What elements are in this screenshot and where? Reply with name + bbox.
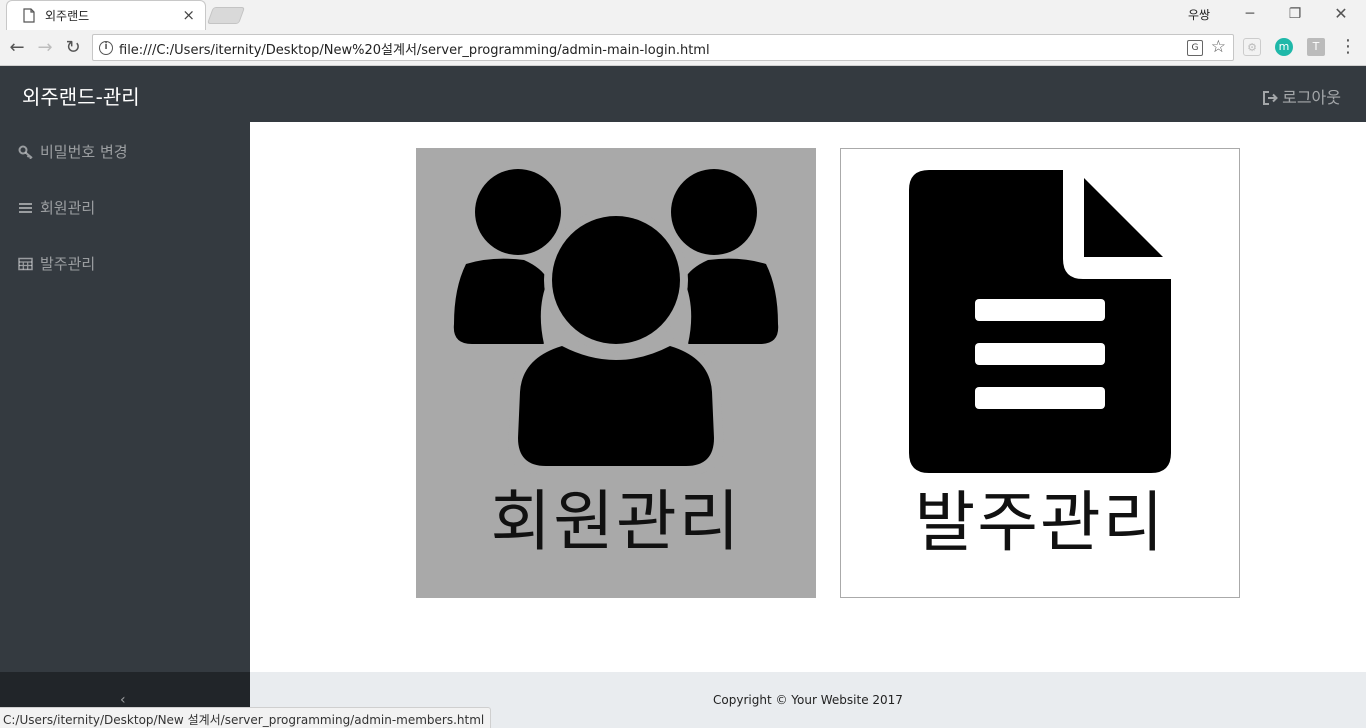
- window-user-name[interactable]: 우쌍: [1188, 6, 1210, 23]
- members-card[interactable]: 회원관리: [416, 148, 816, 598]
- new-tab-button[interactable]: [206, 7, 246, 24]
- extension-icon[interactable]: ⚙: [1243, 38, 1261, 56]
- copyright-text: Copyright © Your Website 2017: [713, 693, 903, 707]
- table-icon: [18, 257, 33, 271]
- extension-m-icon[interactable]: m: [1275, 38, 1293, 56]
- tab-title: 외주랜드: [45, 9, 90, 23]
- minimize-icon[interactable]: ─: [1236, 4, 1264, 24]
- bookmark-star-icon[interactable]: ☆: [1211, 37, 1226, 57]
- document-icon: [909, 170, 1171, 473]
- app-navbar: 외주랜드-관리 로그아웃: [0, 66, 1366, 122]
- browser-toolbar: ← → ↻ i file:///C:/Users/iternity/Deskto…: [0, 30, 1366, 66]
- page-icon: [23, 8, 35, 23]
- sidebar-item-label: 발주관리: [40, 255, 96, 273]
- address-url[interactable]: file:///C:/Users/iternity/Desktop/New%20…: [119, 39, 710, 58]
- logout-link[interactable]: 로그아웃: [1263, 84, 1341, 108]
- chevron-left-icon: ‹: [120, 692, 126, 708]
- address-bar[interactable]: i file:///C:/Users/iternity/Desktop/New%…: [92, 34, 1234, 61]
- sidebar-item-change-password[interactable]: 비밀번호 변경: [18, 141, 128, 162]
- orders-card-label: 발주관리: [914, 484, 1166, 561]
- sidebar-item-orders[interactable]: 발주관리: [18, 253, 95, 274]
- brand-link[interactable]: 외주랜드-관리: [22, 81, 140, 110]
- sidebar-item-label: 비밀번호 변경: [40, 143, 128, 161]
- restore-icon[interactable]: ❐: [1281, 4, 1309, 24]
- browser-tab[interactable]: 외주랜드 ×: [6, 0, 206, 30]
- link-status-bubble: C:/Users/iternity/Desktop/New 설계서/server…: [0, 707, 492, 728]
- logout-label: 로그아웃: [1282, 88, 1341, 107]
- sidebar-item-members[interactable]: 회원관리: [18, 197, 95, 218]
- back-arrow-icon[interactable]: ←: [6, 37, 28, 59]
- key-icon: [18, 145, 33, 160]
- translate-icon[interactable]: G: [1187, 40, 1203, 56]
- users-icon: [453, 169, 779, 474]
- browser-menu-icon[interactable]: ⋮: [1339, 37, 1357, 57]
- window-close-icon[interactable]: ✕: [1327, 4, 1355, 24]
- sidebar-item-label: 회원관리: [40, 199, 96, 217]
- orders-card[interactable]: 발주관리: [840, 148, 1240, 598]
- forward-arrow-icon[interactable]: →: [34, 37, 56, 59]
- info-icon[interactable]: i: [99, 41, 113, 55]
- extension-t-icon[interactable]: T: [1307, 38, 1325, 56]
- reload-icon[interactable]: ↻: [62, 37, 84, 59]
- members-card-label: 회원관리: [490, 483, 742, 560]
- sidebar: 비밀번호 변경 회원관리 발주관리 ‹: [0, 122, 250, 728]
- sign-out-icon: [1263, 91, 1279, 105]
- browser-tabstrip: 외주랜드 × 우쌍 ─ ❐ ✕: [0, 0, 1366, 30]
- tab-close-icon[interactable]: ×: [182, 6, 195, 24]
- bars-icon: [19, 203, 32, 213]
